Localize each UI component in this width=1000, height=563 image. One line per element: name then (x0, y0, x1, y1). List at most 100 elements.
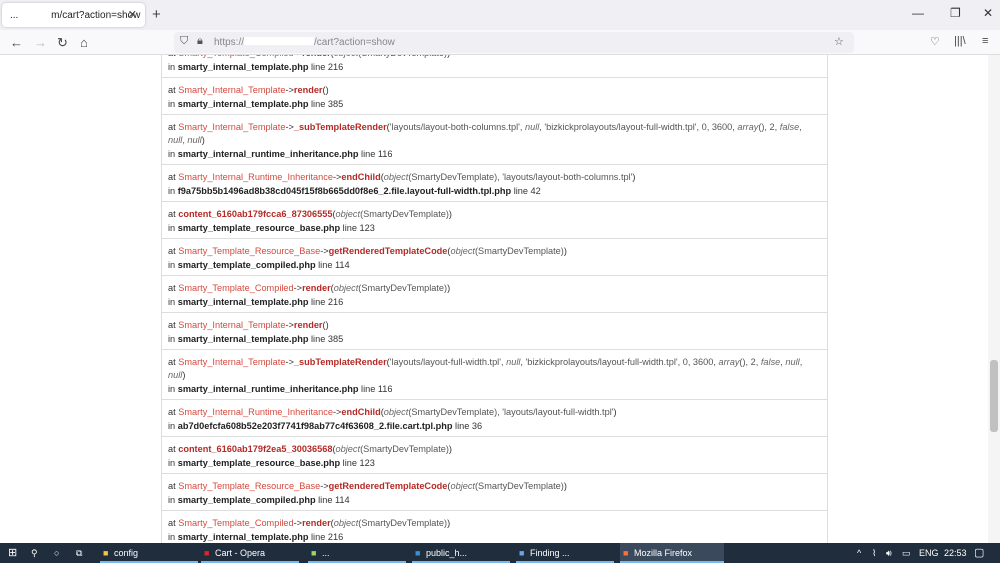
frame-location: in smarty_template_resource_base.php lin… (168, 457, 821, 470)
new-tab-icon[interactable]: + (152, 6, 161, 23)
class-name: Smarty_Internal_Runtime_Inheritance (178, 172, 333, 182)
method-name: getRenderedTemplateCode (328, 246, 448, 256)
argument: array (737, 122, 759, 132)
argument: (SmartyDevTemplate) (360, 444, 449, 454)
argument: (), 2, (739, 357, 761, 367)
argument: object (450, 246, 475, 256)
paren-close: ) (447, 518, 451, 528)
stack-frame: at content_6160ab179f2ea5_30036568(objec… (162, 437, 827, 474)
arrow: -> (320, 481, 329, 491)
url-prefix: https:// (214, 37, 245, 48)
bookmark-star-icon[interactable]: ☆ (834, 35, 844, 48)
forward-icon[interactable]: → (34, 35, 47, 50)
tray-chevron-icon[interactable]: ^ (857, 543, 861, 563)
nav-bar: ← → ↻ ⌂ ⛉ 🔒︎ https:// /cart?action=show ☆… (0, 30, 1000, 55)
taskbar-app[interactable]: ■ config (100, 543, 198, 563)
argument: (SmartyDevTemplate), 'layouts/layout-ful… (408, 407, 614, 417)
taskbar-app[interactable]: ■ Mozilla Firefox (620, 543, 724, 563)
pocket-icon[interactable]: ♡ (930, 35, 940, 48)
argument: null (187, 135, 202, 145)
method-name: content_6160ab179f2ea5_30036568 (178, 444, 333, 454)
document-icon: ■ (519, 548, 525, 558)
frame-location: in smarty_internal_runtime_inheritance.p… (168, 383, 821, 396)
argument: , (799, 357, 803, 367)
argument: , 'bizkickprolayouts/layout-full-width.t… (539, 122, 738, 132)
argument: , (799, 122, 802, 132)
frame-location: in smarty_template_compiled.php line 114 (168, 259, 821, 272)
paren-close: ) (201, 135, 205, 145)
windows-start-icon[interactable]: ⊞ (8, 543, 17, 563)
stack-frame: at Smarty_Template_Resource_Base->getRen… (162, 239, 827, 276)
opera-icon: ■ (204, 548, 210, 558)
argument: , 'bizkickprolayouts/layout-full-width.t… (520, 357, 719, 367)
cortana-icon[interactable]: ○ (54, 543, 59, 563)
argument: false (779, 122, 800, 132)
argument: null (168, 370, 183, 380)
in-label: in (168, 532, 178, 542)
at-label: at (168, 407, 179, 417)
in-label: in (168, 334, 178, 344)
taskbar-app[interactable]: ■ public_h... (412, 543, 510, 563)
argument: null (785, 357, 800, 367)
stack-frame: at Smarty_Internal_Template->render() in … (162, 78, 827, 115)
taskbar-app[interactable]: ■ Cart - Opera (201, 543, 299, 563)
taskbar-app-label: Mozilla Firefox (634, 548, 693, 558)
notifications-icon[interactable]: ▢ (974, 543, 984, 563)
arrow: -> (293, 283, 303, 293)
volume-icon[interactable]: 🔊︎ (886, 543, 892, 563)
back-icon[interactable]: ← (10, 35, 23, 50)
clock[interactable]: 22:53 (944, 543, 967, 563)
library-icon[interactable]: |||\ (954, 35, 966, 47)
paren-close: ) (325, 85, 329, 95)
scrollbar[interactable] (988, 55, 1000, 543)
stack-frame: at Smarty_Internal_Template->render() in … (162, 313, 827, 350)
in-label: in (168, 458, 178, 468)
arrow: -> (320, 246, 329, 256)
menu-icon[interactable]: ≡ (982, 35, 988, 47)
stack-frame: at Smarty_Template_Compiled->render(obje… (162, 276, 827, 313)
lock-icon[interactable]: 🔒︎ (197, 35, 203, 48)
frame-call: at content_6160ab179f2ea5_30036568(objec… (168, 443, 821, 456)
argument: null (524, 122, 540, 132)
arrow: -> (285, 85, 294, 95)
file-name: f9a75bb5b1496ad8b38cd045f15f8b665dd0f8e6… (177, 186, 512, 196)
line-number: line 216 (311, 532, 344, 542)
taskbar-app[interactable]: ■ Finding ... (516, 543, 614, 563)
network-icon[interactable]: ⌇ (872, 543, 876, 563)
taskbar-app-label: ... (322, 548, 330, 558)
close-window-icon[interactable]: ✕ (983, 6, 993, 20)
battery-icon[interactable]: ▭ (902, 543, 911, 563)
argument: (SmartyDevTemplate), 'layouts/layout-bot… (408, 172, 633, 182)
taskbar-app[interactable]: ■... (308, 543, 406, 563)
file-name: ab7d0efcfa608b52e203f7741f98ab77c4f63608… (177, 421, 453, 431)
class-name: Smarty_Template_Compiled (178, 283, 294, 293)
line-number: line 123 (342, 223, 375, 233)
search-icon[interactable]: ⚲ (31, 543, 38, 563)
close-tab-icon[interactable]: ✕ (128, 8, 137, 21)
in-label: in (168, 260, 178, 270)
taskbar-app-label: Finding ... (530, 548, 570, 558)
line-number: line 123 (342, 458, 375, 468)
argument: (SmartyDevTemplate) (358, 283, 448, 293)
language-indicator[interactable]: ENG (919, 543, 939, 563)
task-view-icon[interactable]: ⧉ (76, 543, 82, 563)
file-name: smarty_internal_template.php (177, 62, 309, 72)
argument: object (383, 172, 409, 182)
in-label: in (168, 421, 178, 431)
app-icon: ■ (415, 548, 421, 558)
shield-icon[interactable]: ⛉ (180, 35, 188, 48)
url-bar[interactable]: ⛉ 🔒︎ https:// /cart?action=show ☆ (174, 32, 854, 53)
file-name: smarty_internal_template.php (177, 297, 309, 307)
method-name: endChild (341, 407, 381, 417)
restore-icon[interactable]: ❐ (950, 6, 961, 20)
file-name: smarty_template_resource_base.php (177, 223, 341, 233)
arrow: -> (293, 518, 303, 528)
argument: object (450, 481, 475, 491)
minimize-icon[interactable]: — (912, 6, 924, 20)
home-icon[interactable]: ⌂ (80, 35, 88, 50)
browser-tab[interactable]: ... m/cart?action=show ✕ (2, 3, 145, 27)
reload-icon[interactable]: ↻ (57, 35, 68, 51)
method-name: getRenderedTemplateCode (328, 481, 448, 491)
in-label: in (168, 297, 178, 307)
scrollbar-thumb[interactable] (990, 360, 998, 432)
